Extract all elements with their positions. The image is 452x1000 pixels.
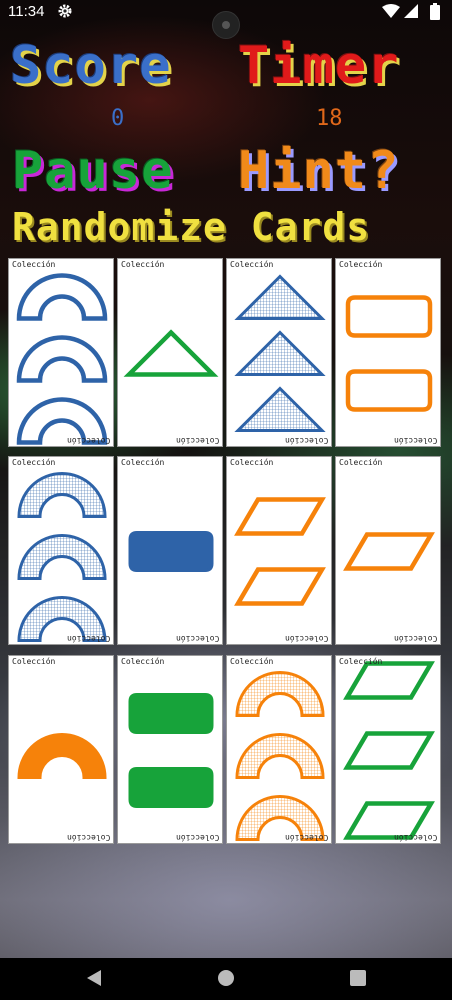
score-value: 0 [111, 106, 125, 131]
arch-symbol [16, 273, 108, 321]
card-symbols [234, 274, 326, 432]
card-label-rotated: Colección [66, 634, 110, 643]
card-label-rotated: Colección [66, 436, 110, 445]
battery-icon [430, 3, 440, 25]
card-symbols [17, 472, 107, 642]
status-time: 11:34 [8, 3, 45, 20]
card-symbols [128, 693, 214, 808]
card-symbols [235, 671, 325, 841]
set-card[interactable]: Colección Colección [8, 655, 114, 844]
set-card[interactable]: Colección Colección [226, 258, 332, 447]
set-card[interactable]: Colección Colección [335, 258, 441, 447]
pause-button[interactable]: Pause [12, 145, 174, 197]
arch-symbol [17, 472, 107, 518]
triangle-symbol [234, 386, 326, 432]
back-icon[interactable] [84, 968, 104, 992]
timer-value: 18 [316, 106, 343, 131]
recents-icon[interactable] [348, 968, 368, 992]
card-label: Colección [121, 260, 165, 269]
set-card[interactable]: Colección Colección [8, 258, 114, 447]
card-label: Colección [121, 657, 165, 666]
card-label: Colección [339, 260, 383, 269]
set-card[interactable]: Colección Colección [117, 655, 223, 844]
card-label-rotated: Colección [284, 833, 328, 842]
set-card[interactable]: Colección Colección [335, 655, 441, 844]
triangle-symbol [123, 329, 219, 377]
arch-symbol [235, 671, 325, 717]
rectangle-symbol [345, 295, 433, 338]
card-label: Colección [230, 657, 274, 666]
triangle-symbol [234, 274, 326, 320]
card-symbols [16, 273, 108, 445]
randomize-cards-button[interactable]: Randomize Cards [12, 208, 370, 246]
triangle-symbol [234, 330, 326, 376]
rectangle-symbol [128, 767, 214, 808]
arch-symbol [16, 335, 108, 383]
card-label: Colección [12, 260, 56, 269]
parallelogram-symbol [343, 532, 435, 571]
score-label: Score [10, 36, 172, 96]
card-label-rotated: Colección [175, 436, 219, 445]
card-label-rotated: Colección [284, 436, 328, 445]
wifi-icon [382, 4, 400, 23]
card-label: Colección [121, 458, 165, 467]
camera-cutout [212, 11, 240, 39]
card-label-rotated: Colección [175, 833, 219, 842]
parallelogram-symbol [234, 497, 326, 536]
card-label-rotated: Colección [284, 634, 328, 643]
card-label: Colección [230, 458, 274, 467]
card-label-rotated: Colección [393, 436, 437, 445]
signal-icon [404, 4, 418, 23]
set-card[interactable]: Colección Colección [117, 456, 223, 645]
card-symbols [343, 532, 435, 571]
set-card[interactable]: Colección Colección [117, 258, 223, 447]
card-label: Colección [12, 458, 56, 467]
card-label: Colección [12, 657, 56, 666]
rectangle-symbol [128, 531, 214, 572]
card-symbols [17, 733, 107, 779]
card-label-rotated: Colección [393, 634, 437, 643]
card-symbols [234, 497, 326, 606]
arch-symbol [17, 733, 107, 779]
parallelogram-symbol [234, 567, 326, 606]
card-label: Colección [339, 458, 383, 467]
card-label-rotated: Colección [393, 833, 437, 842]
rectangle-symbol [128, 693, 214, 734]
hint-button[interactable]: Hint? [238, 145, 400, 197]
arch-symbol [235, 733, 325, 779]
arch-symbol [17, 534, 107, 580]
card-symbols [123, 329, 219, 377]
gear-icon [57, 3, 73, 24]
navigation-bar [0, 958, 452, 1000]
set-card[interactable]: Colección Colección [8, 456, 114, 645]
timer-label: Timer [238, 36, 400, 96]
set-card[interactable]: Colección Colección [335, 456, 441, 645]
card-symbols [128, 531, 214, 572]
set-card[interactable]: Colección Colección [226, 456, 332, 645]
set-card[interactable]: Colección Colección [226, 655, 332, 844]
parallelogram-symbol [343, 731, 435, 770]
card-label: Colección [339, 657, 383, 666]
home-icon[interactable] [216, 968, 236, 992]
card-label: Colección [230, 260, 274, 269]
rectangle-symbol [345, 369, 433, 412]
card-symbols [345, 295, 433, 412]
card-label-rotated: Colección [175, 634, 219, 643]
parallelogram-symbol [343, 661, 435, 700]
card-symbols [343, 661, 435, 840]
card-label-rotated: Colección [66, 833, 110, 842]
